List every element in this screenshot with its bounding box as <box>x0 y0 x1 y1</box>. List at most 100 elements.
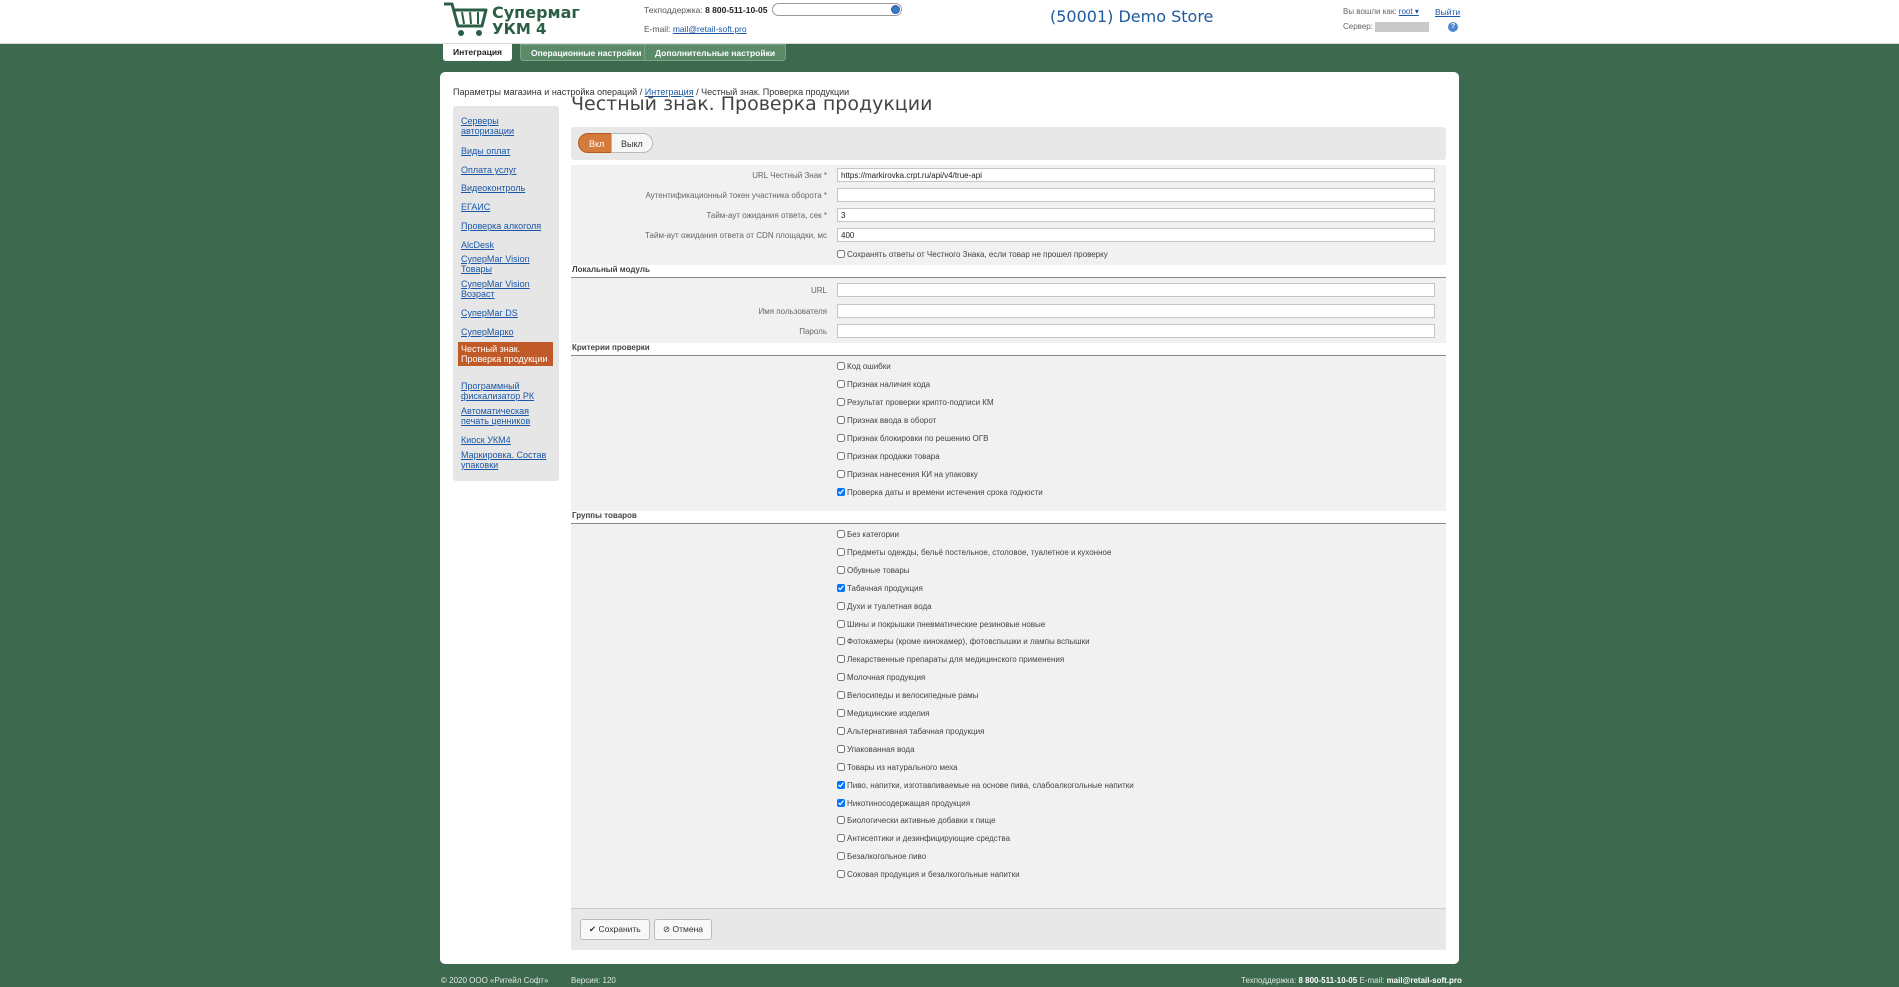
sidebar-item-auto-price-print[interactable]: Автоматическая печать ценников <box>461 406 553 426</box>
sidebar-item-alcdesk[interactable]: AlcDesk <box>461 240 553 250</box>
group-item-checkbox[interactable] <box>837 709 845 717</box>
tab-additional-settings[interactable]: Дополнительные настройки <box>644 44 787 61</box>
group-item-row[interactable]: Молочная продукция <box>837 673 925 682</box>
save-button[interactable]: ✔ Сохранить <box>580 919 650 940</box>
sidebar-item-egais[interactable]: ЕГАИС <box>461 202 553 212</box>
group-item-checkbox[interactable] <box>837 726 845 735</box>
save-answers-checkbox[interactable] <box>837 250 845 258</box>
local-username-input[interactable] <box>837 304 1435 318</box>
cdn-timeout-input[interactable] <box>837 228 1435 242</box>
group-item-checkbox[interactable] <box>837 619 845 628</box>
group-item-checkbox[interactable] <box>837 816 845 825</box>
help-icon[interactable]: ? <box>1448 22 1458 32</box>
sidebar-item-alcohol-check[interactable]: Проверка алкоголя <box>461 221 553 231</box>
group-item-row[interactable]: Табачная продукция <box>837 583 923 593</box>
group-item-row[interactable]: Обувные товары <box>837 565 910 575</box>
criteria-item-checkbox[interactable] <box>837 470 845 478</box>
group-item-row[interactable]: Никотиносодержащая продукция <box>837 798 970 808</box>
sidebar-item-marking-package[interactable]: Маркировка. Состав упаковки <box>461 450 553 470</box>
sidebar-item-auth-servers[interactable]: Серверы авторизации <box>461 116 553 136</box>
group-item-checkbox[interactable] <box>837 637 845 646</box>
group-item-checkbox[interactable] <box>837 601 845 610</box>
sidebar-item-vision-age[interactable]: СуперМаг Vision Возраст <box>461 279 553 299</box>
honest-mark-url-input[interactable] <box>837 168 1435 182</box>
group-item-checkbox[interactable] <box>837 852 845 861</box>
group-item-row[interactable]: Медицинские изделия <box>837 709 930 718</box>
group-item-checkbox[interactable] <box>837 834 845 843</box>
save-answers-checkbox-row[interactable]: Сохранять ответы от Честного Знака, если… <box>837 250 1108 259</box>
group-item-checkbox[interactable] <box>837 744 845 753</box>
sidebar-item-video-control[interactable]: Видеоконтроль <box>461 183 553 193</box>
criteria-item-row[interactable]: Признак ввода в оборот <box>837 416 936 425</box>
group-item-checkbox[interactable] <box>837 780 845 789</box>
group-item-checkbox[interactable] <box>837 691 845 700</box>
group-item-row[interactable]: Безалкогольное пиво <box>837 852 926 861</box>
footer-support: Техподдержка: 8 800-511-10-05 E-mail: ma… <box>1241 976 1462 985</box>
group-item-row[interactable]: Шины и покрышки пневматические резиновые… <box>837 619 1045 629</box>
logout-link[interactable]: Выйти <box>1435 7 1460 17</box>
group-item-checkbox[interactable] <box>837 762 845 771</box>
criteria-item-checkbox[interactable] <box>837 380 845 388</box>
criteria-item-checkbox[interactable] <box>837 488 845 496</box>
logo[interactable]: Супермаг УКМ 4 <box>442 0 580 40</box>
sidebar-item-vision-goods[interactable]: СуперМаг Vision Товары <box>461 254 553 274</box>
group-item-checkbox[interactable] <box>837 870 845 879</box>
group-item-row[interactable]: Товары из натурального меха <box>837 762 958 772</box>
criteria-item-row[interactable]: Результат проверки крипто-подписи КМ <box>837 398 994 407</box>
group-item-row[interactable]: Предметы одежды, бельё постельное, столо… <box>837 547 1111 557</box>
search-icon[interactable] <box>891 5 900 14</box>
footer-email[interactable]: mail@retail-soft.pro <box>1387 976 1462 985</box>
tab-operational-settings[interactable]: Операционные настройки <box>520 44 653 61</box>
sidebar-item-kiosk-ukm4[interactable]: Киоск УКМ4 <box>461 435 553 445</box>
search-input[interactable] <box>772 3 902 16</box>
group-item-row[interactable]: Пиво, напитки, изготавливаемые на основе… <box>837 780 1134 790</box>
group-item-row[interactable]: Духи и туалетная вода <box>837 601 932 611</box>
group-item-row[interactable]: Фотокамеры (кроме кинокамер), фотовспышк… <box>837 637 1090 646</box>
sidebar-item-service-payment[interactable]: Оплата услуг <box>461 165 553 175</box>
group-item-row[interactable]: Биологически активные добавки к пище <box>837 816 996 825</box>
group-item-row[interactable]: Лекарственные препараты для медицинского… <box>837 655 1064 664</box>
sidebar-item-supermag-ds[interactable]: СуперМаг DS <box>461 308 553 318</box>
response-timeout-input[interactable] <box>837 208 1435 222</box>
local-password-input[interactable] <box>837 324 1435 338</box>
group-item-label: Товары из натурального меха <box>847 762 958 772</box>
criteria-item-row[interactable]: Код ошибки <box>837 362 891 371</box>
auth-token-input[interactable] <box>837 188 1435 202</box>
local-url-input[interactable] <box>837 283 1435 297</box>
criteria-item-checkbox[interactable] <box>837 362 845 370</box>
group-item-checkbox[interactable] <box>837 655 845 664</box>
sidebar-item-supermarko[interactable]: СуперМарко <box>461 327 553 337</box>
criteria-item-row[interactable]: Признак наличия кода <box>837 380 930 389</box>
group-item-row[interactable]: Соковая продукция и безалкогольные напит… <box>837 870 1020 879</box>
group-item-row[interactable]: Велосипеды и велосипедные рамы <box>837 691 978 700</box>
tab-integration[interactable]: Интеграция <box>443 44 513 61</box>
criteria-item-row[interactable]: Признак продажи товара <box>837 452 940 461</box>
support-email-link[interactable]: mail@retail-soft.pro <box>673 24 747 34</box>
toggle-on-button[interactable]: Вкл <box>578 133 616 153</box>
sidebar-item-fiscalizer-rk[interactable]: Программный фискализатор РК <box>461 381 553 401</box>
group-item-checkbox[interactable] <box>837 798 845 807</box>
criteria-item-checkbox[interactable] <box>837 398 845 406</box>
enable-toggle-bar: Вкл Выкл <box>571 127 1446 160</box>
group-item-row[interactable]: Упакованная вода <box>837 744 915 754</box>
group-item-row[interactable]: Альтернативная табачная продукция <box>837 726 984 736</box>
sidebar-item-payment-types[interactable]: Виды оплат <box>461 146 553 156</box>
group-item-checkbox[interactable] <box>837 565 845 574</box>
group-item-checkbox[interactable] <box>837 673 845 682</box>
group-item-checkbox[interactable] <box>837 547 845 556</box>
group-item-row[interactable]: Антисептики и дезинфицирующие средства <box>837 834 1010 843</box>
group-item-label: Молочная продукция <box>847 673 926 683</box>
criteria-item-checkbox[interactable] <box>837 452 845 460</box>
sidebar-item-honest-mark[interactable]: Честный знак. Проверка продукции <box>458 342 553 366</box>
group-item-checkbox[interactable] <box>837 530 845 538</box>
group-item-row[interactable]: Без категории <box>837 530 899 539</box>
criteria-item-row[interactable]: Проверка даты и времени истечения срока … <box>837 488 1043 497</box>
criteria-item-row[interactable]: Признак блокировки по решению ОГВ <box>837 434 988 443</box>
criteria-item-checkbox[interactable] <box>837 416 845 424</box>
criteria-item-checkbox[interactable] <box>837 434 845 442</box>
group-item-checkbox[interactable] <box>837 583 845 592</box>
toggle-off-button[interactable]: Выкл <box>611 133 653 153</box>
criteria-item-row[interactable]: Признак нанесения КИ на упаковку <box>837 470 978 479</box>
user-dropdown[interactable]: root ▾ <box>1399 7 1419 16</box>
cancel-button[interactable]: ⊘ Отмена <box>654 919 712 940</box>
